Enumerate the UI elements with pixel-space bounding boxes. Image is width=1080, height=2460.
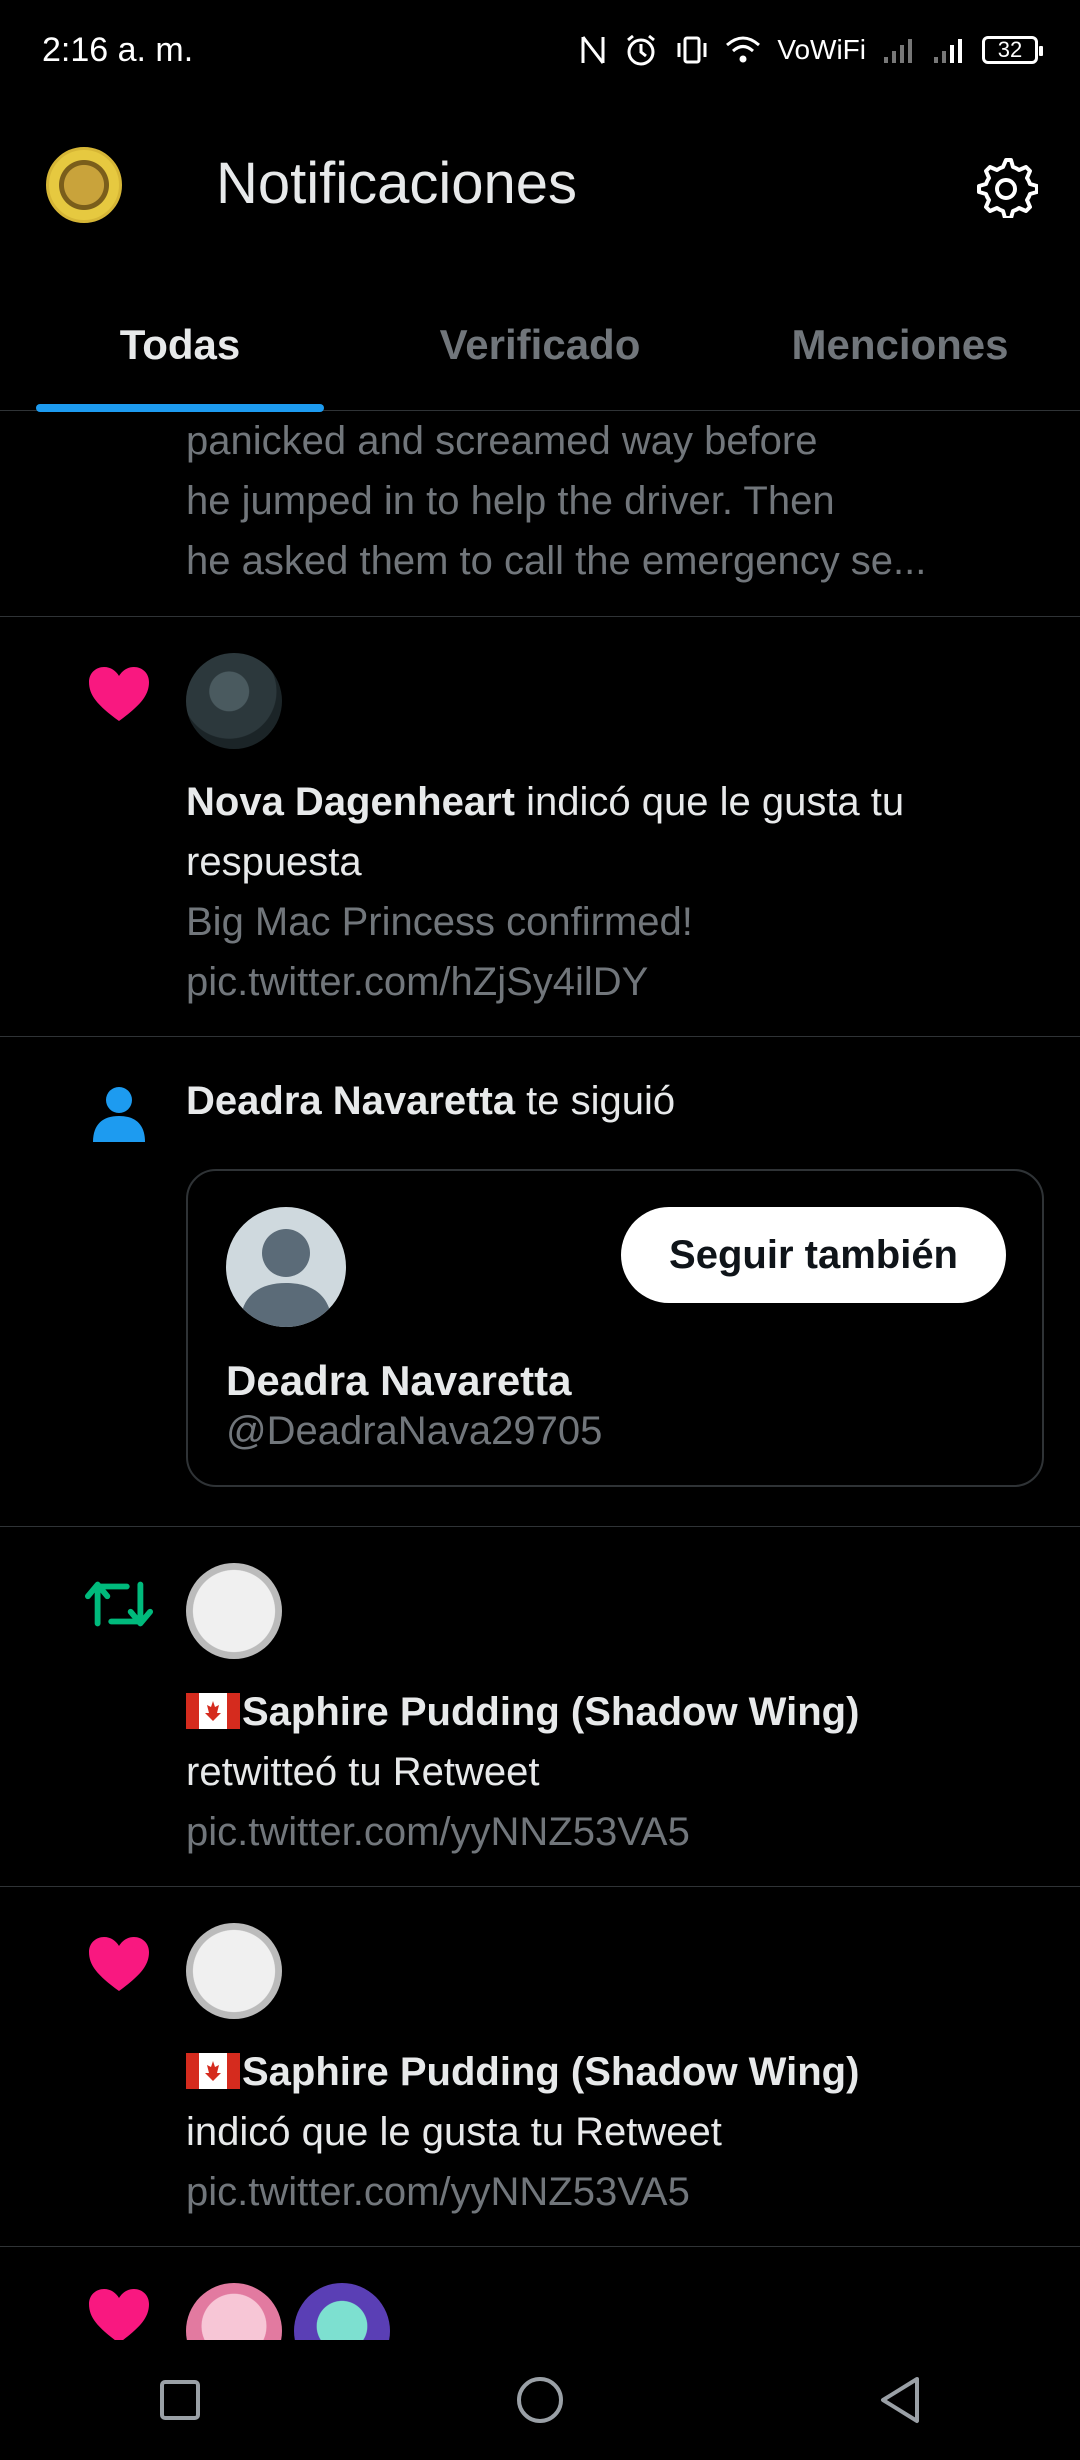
- wifi-icon: [725, 35, 761, 65]
- card-user-name[interactable]: Deadra Navaretta: [226, 1357, 572, 1405]
- screen: 2:16 a. m. VoWiFi 32 Notificaciones Toda…: [0, 0, 1080, 2460]
- user-avatar[interactable]: [186, 653, 282, 749]
- tab-menciones[interactable]: Menciones: [750, 278, 1050, 411]
- snippet-link[interactable]: pic.twitter.com/yyNNZ53VA5: [186, 1802, 1038, 1862]
- user-avatar[interactable]: [186, 1563, 282, 1659]
- user-name[interactable]: Saphire Pudding (Shadow Wing): [242, 1690, 859, 1734]
- action-text: te siguió: [515, 1079, 676, 1123]
- home-button[interactable]: [480, 2340, 600, 2460]
- follow-card[interactable]: Seguir también Deadra Navaretta @DeadraN…: [186, 1169, 1044, 1487]
- notification-item-retweet[interactable]: Saphire Pudding (Shadow Wing) retwitteó …: [0, 1527, 1080, 1887]
- card-user-handle: @DeadraNava29705: [226, 1409, 603, 1453]
- notifications-feed[interactable]: panicked and screamed way before he jump…: [0, 411, 1080, 2357]
- settings-button[interactable]: [970, 150, 1042, 222]
- snippet-link[interactable]: pic.twitter.com/hZjSy4ilDY: [186, 952, 1038, 1012]
- page-title: Notificaciones: [216, 151, 578, 216]
- notification-item-like[interactable]: Saphire Pudding (Shadow Wing) indicó que…: [0, 1887, 1080, 2247]
- action-text: indicó que le gusta tu: [514, 780, 905, 824]
- notification-item-partial[interactable]: panicked and screamed way before he jump…: [0, 411, 1080, 617]
- snippet-line: Big Mac Princess confirmed!: [186, 900, 693, 944]
- snippet-link[interactable]: pic.twitter.com/yyNNZ53VA5: [186, 2162, 1038, 2222]
- vibrate-icon: [675, 33, 709, 67]
- retweet-icon: [84, 1569, 154, 1639]
- snippet-line: he asked them to call the emergency se..…: [186, 539, 927, 583]
- default-avatar[interactable]: [226, 1207, 346, 1327]
- action-text: indicó que le gusta tu Retweet: [186, 2110, 722, 2154]
- action-text: respuesta: [186, 840, 362, 884]
- snippet-line: panicked and screamed way before: [186, 419, 818, 463]
- user-name[interactable]: Nova Dagenheart: [186, 780, 515, 824]
- user-name[interactable]: Saphire Pudding (Shadow Wing): [242, 2050, 859, 2094]
- vowifi-label: VoWiFi: [777, 34, 866, 65]
- square-icon: [160, 2380, 200, 2420]
- back-button[interactable]: [840, 2340, 960, 2460]
- status-time: 2:16 a. m.: [42, 30, 194, 69]
- battery-icon: 32: [982, 36, 1043, 64]
- profile-avatar[interactable]: [46, 147, 122, 223]
- follow-back-button[interactable]: Seguir también: [621, 1207, 1006, 1303]
- notification-item-like[interactable]: Nova Dagenheart indicó que le gusta tu r…: [0, 617, 1080, 1037]
- user-name[interactable]: Deadra Navaretta: [186, 1079, 515, 1123]
- snippet-line: he jumped in to help the driver. Then: [186, 479, 835, 523]
- person-icon: [84, 1079, 154, 1149]
- action-text: retwitteó tu Retweet: [186, 1750, 540, 1794]
- heart-icon: [84, 659, 154, 729]
- gear-icon: [977, 158, 1038, 218]
- status-bar: 2:16 a. m. VoWiFi 32: [0, 0, 1080, 100]
- tab-verificado[interactable]: Verificado: [390, 278, 690, 411]
- status-icons: VoWiFi 32: [579, 32, 1043, 68]
- heart-icon: [84, 1929, 154, 1999]
- nfc-icon: [579, 33, 607, 67]
- user-avatar[interactable]: [186, 1923, 282, 2019]
- tab-bar: Todas Verificado Menciones: [0, 278, 1080, 412]
- notification-item-follow[interactable]: Deadra Navaretta te siguió Seguir tambié…: [0, 1037, 1080, 1527]
- recent-apps-button[interactable]: [120, 2340, 240, 2460]
- alarm-icon: [623, 32, 659, 68]
- signal-icon-2: [932, 35, 966, 65]
- signal-icon: [882, 35, 916, 65]
- canada-flag-icon: [186, 1693, 240, 1729]
- triangle-back-icon: [881, 2377, 919, 2423]
- tab-todas[interactable]: Todas: [36, 278, 324, 411]
- canada-flag-icon: [186, 2053, 240, 2089]
- header: Notificaciones: [0, 120, 1080, 250]
- system-nav-bar: [0, 2340, 1080, 2460]
- circle-icon: [517, 2377, 563, 2423]
